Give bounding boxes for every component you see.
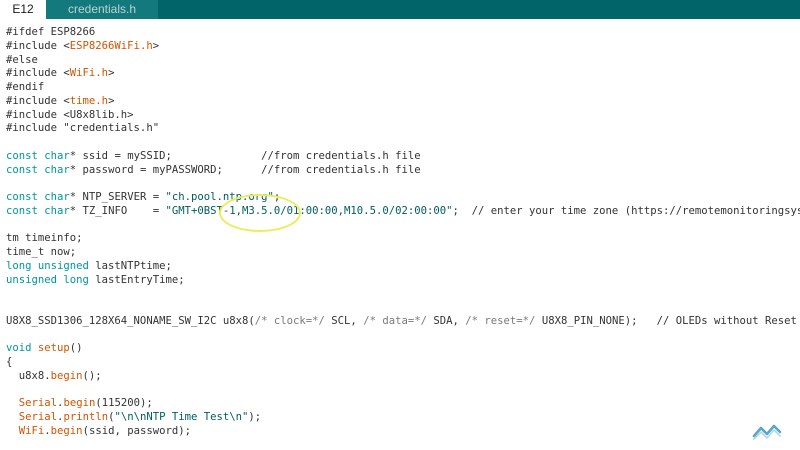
code-line: #include "credentials.h" (6, 122, 800, 136)
code-token: begin (50, 369, 83, 382)
code-token: WiFi.h (69, 67, 109, 80)
code-line: const char* TZ_INFO = "GMT+0BST-1,M3.5.0… (6, 205, 800, 219)
code-token: const (6, 204, 45, 217)
code-token: char (44, 149, 70, 162)
code-token: void (6, 342, 38, 355)
code-token: WiFi (18, 424, 45, 437)
code-line: ​ (6, 177, 800, 191)
code-token: ); (248, 411, 262, 423)
code-line: tm timeinfo; (6, 232, 800, 246)
code-line: ​ (6, 136, 800, 150)
code-line: u8x8.begin(); (6, 370, 800, 384)
code-token: ; // enter your time zone (https://remot… (452, 204, 800, 217)
code-token: time.h (69, 94, 109, 107)
code-token: > (108, 94, 115, 107)
code-line: #else (6, 54, 800, 68)
code-token: tm timeinfo; (6, 232, 83, 245)
code-token: * NTP_SERVER = (69, 191, 166, 203)
code-line: U8X8_SSD1306_128X64_NONAME_SW_I2C u8x8(/… (6, 315, 800, 329)
code-token: const (6, 191, 45, 203)
code-token: "ch.pool.ntp.org" (165, 191, 274, 203)
code-line: Serial.begin(115200); (6, 397, 800, 411)
code-line: WiFi.begin(ssid, password); (6, 425, 800, 439)
code-token: #include <U8x8lib.h> (6, 108, 134, 121)
code-token: char (44, 191, 70, 203)
code-token: () (69, 342, 83, 355)
code-line: #ifdef ESP8266 (6, 26, 800, 40)
code-line: void setup() (6, 342, 800, 356)
code-token: /* reset=*/ (465, 314, 536, 327)
code-line: #include <time.h> (6, 95, 800, 109)
code-line: unsigned long lastEntryTime; (6, 274, 800, 288)
code-token: /* data=*/ (363, 314, 427, 327)
code-token: time_t now; (6, 246, 77, 258)
code-token: U8X8_PIN_NONE); // OLEDs without Reset o… (541, 314, 797, 327)
code-token: { (6, 356, 13, 368)
code-token: * TZ_INFO = (69, 204, 166, 217)
code-line: #endif (6, 81, 800, 95)
code-token: u8x8. (6, 369, 51, 382)
code-token: lastEntryTime; (95, 273, 185, 286)
code-token: U8X8_SSD1306_128X64_NONAME_SW_I2C u8x8( (6, 314, 255, 327)
code-line: ​ (6, 439, 800, 450)
code-token: char (44, 163, 70, 176)
code-editor[interactable]: #ifdef ESP8266 #include <ESP8266WiFi.h> #e… (6, 26, 800, 450)
code-token: #include < (6, 39, 70, 52)
code-line: { (6, 356, 800, 370)
code-token: ; (273, 191, 281, 203)
code-token: #include "credentials.h" (6, 122, 160, 135)
code-token: "\n\nNTP Time Test\n" (114, 411, 249, 423)
code-token: "GMT+0BST-1,M3.5.0/01:00:00,M10.5.0/02:0… (165, 204, 453, 217)
code-token: > (108, 67, 115, 80)
code-token: const (6, 163, 45, 176)
code-token: #include < (6, 67, 70, 80)
code-token: (115200); (95, 397, 153, 410)
code-line: long unsigned lastNTPtime; (6, 260, 800, 274)
code-token: #ifdef ESP8266 (6, 26, 96, 38)
code-token: begin (63, 397, 96, 410)
code-token: #endif (6, 81, 45, 93)
editor-tab-bar: E12 credentials.h (0, 0, 800, 19)
code-line: time_t now; (6, 246, 800, 260)
code-token: (ssid, password); (82, 424, 191, 437)
code-token: SDA, (426, 314, 466, 327)
code-token: unsigned long (6, 273, 96, 286)
code-token: println (63, 411, 109, 423)
code-line: Serial.println("\n\nNTP Time Test\n"); (6, 411, 800, 425)
code-line: const char* ssid = mySSID; //from creden… (6, 150, 800, 164)
code-token: (); (82, 369, 102, 382)
code-token: #include < (6, 94, 70, 107)
code-token: ESP8266WiFi.h (69, 39, 153, 52)
code-token: long unsigned (6, 259, 96, 272)
code-token: begin (50, 424, 83, 437)
code-token: /* clock=*/ (254, 314, 325, 327)
code-token: Serial (18, 397, 58, 410)
code-line: ​ (6, 301, 800, 315)
code-token: const (6, 149, 45, 162)
code-line: ​ (6, 219, 800, 233)
code-line: const char* NTP_SERVER = "ch.pool.ntp.or… (6, 191, 800, 205)
code-line: ​ (6, 329, 800, 343)
code-token: * ssid = mySSID; //from credentials.h fi… (69, 149, 421, 162)
code-line: #include <WiFi.h> (6, 67, 800, 81)
code-token: lastNTPtime; (95, 259, 172, 272)
tab-credentials-h[interactable]: credentials.h (46, 0, 158, 19)
code-token: Serial (18, 411, 58, 423)
code-token: setup (37, 342, 70, 355)
code-token: char (44, 204, 70, 217)
code-token: #else (6, 53, 38, 66)
code-line: ​ (6, 287, 800, 301)
channel-logo-icon (752, 424, 782, 440)
code-line: #include <ESP8266WiFi.h> (6, 40, 800, 54)
code-token: > (152, 39, 160, 52)
code-token: SCL, (324, 314, 364, 327)
code-line: ​ (6, 384, 800, 398)
code-line: #include <U8x8lib.h> (6, 109, 800, 123)
code-token: * password = myPASSWORD; //from credenti… (69, 163, 421, 176)
tab-e12[interactable]: E12 (0, 0, 46, 19)
code-line: const char* password = myPASSWORD; //fro… (6, 164, 800, 178)
